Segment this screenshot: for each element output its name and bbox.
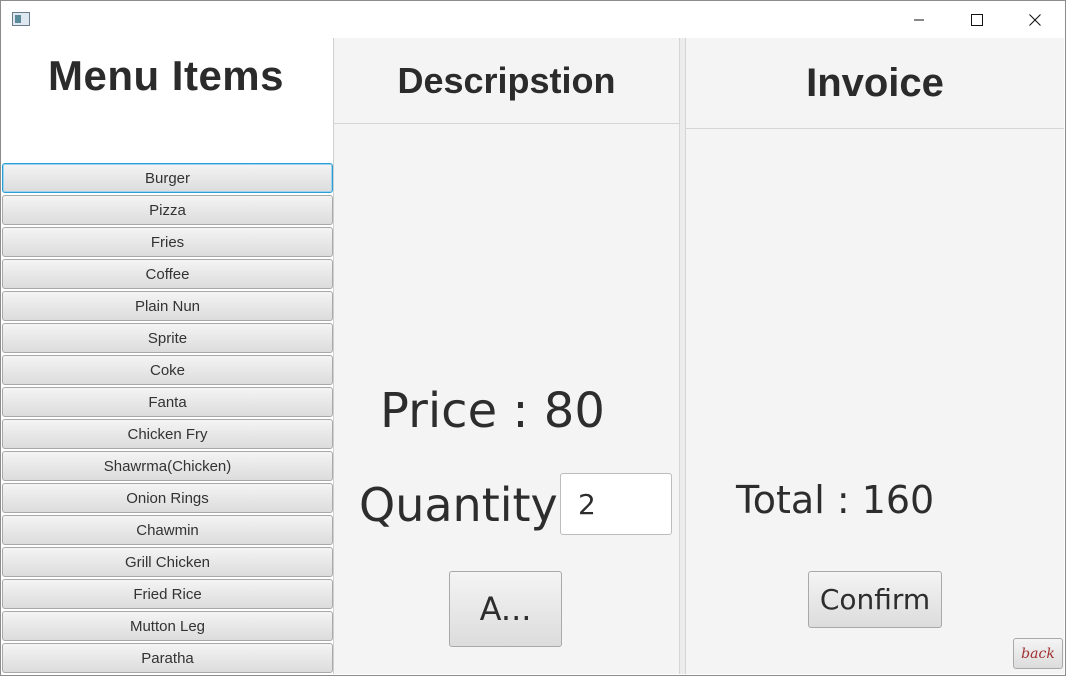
menu-item-mutton-leg[interactable]: Mutton Leg — [2, 611, 333, 641]
menu-item-chicken-fry[interactable]: Chicken Fry — [2, 419, 333, 449]
menu-list: Burger Pizza Fries Coffee Plain Nun Spri… — [2, 163, 333, 674]
title-bar[interactable] — [1, 1, 1065, 39]
menu-item-coke[interactable]: Coke — [2, 355, 333, 385]
minimize-icon — [914, 19, 924, 21]
menu-item-burger[interactable]: Burger — [2, 163, 333, 193]
price-label: Price : 80 — [380, 383, 605, 439]
close-button[interactable] — [1006, 1, 1064, 39]
menu-item-onion-rings[interactable]: Onion Rings — [2, 483, 333, 513]
total-label: Total : 160 — [736, 478, 935, 522]
menu-item-fries[interactable]: Fries — [2, 227, 333, 257]
description-title: Descripstion — [334, 38, 679, 124]
invoice-pane: Invoice Total : 160 Confirm back — [686, 38, 1064, 674]
app-icon — [12, 12, 30, 26]
menu-item-fanta[interactable]: Fanta — [2, 387, 333, 417]
menu-pane: Menu Items Burger Pizza Fries Coffee Pla… — [1, 38, 334, 674]
menu-item-chawmin[interactable]: Chawmin — [2, 515, 333, 545]
quantity-input[interactable]: 2 — [560, 473, 672, 535]
description-pane: Descripstion Price : 80 Quantity 2 A... — [334, 38, 680, 674]
maximize-button[interactable] — [948, 1, 1006, 39]
menu-item-plain-nun[interactable]: Plain Nun — [2, 291, 333, 321]
menu-item-pizza[interactable]: Pizza — [2, 195, 333, 225]
menu-item-paratha[interactable]: Paratha — [2, 643, 333, 673]
invoice-title: Invoice — [686, 38, 1064, 129]
menu-item-fried-rice[interactable]: Fried Rice — [2, 579, 333, 609]
menu-item-grill-chicken[interactable]: Grill Chicken — [2, 547, 333, 577]
menu-item-coffee[interactable]: Coffee — [2, 259, 333, 289]
menu-title: Menu Items — [47, 52, 285, 99]
add-button[interactable]: A... — [449, 571, 562, 647]
quantity-label: Quantity — [359, 478, 558, 532]
menu-item-shawrma-chicken[interactable]: Shawrma(Chicken) — [2, 451, 333, 481]
back-button[interactable]: back — [1013, 638, 1063, 669]
maximize-icon — [971, 14, 983, 26]
confirm-button[interactable]: Confirm — [808, 571, 942, 628]
minimize-button[interactable] — [890, 1, 948, 39]
close-icon — [1029, 14, 1041, 26]
menu-item-sprite[interactable]: Sprite — [2, 323, 333, 353]
